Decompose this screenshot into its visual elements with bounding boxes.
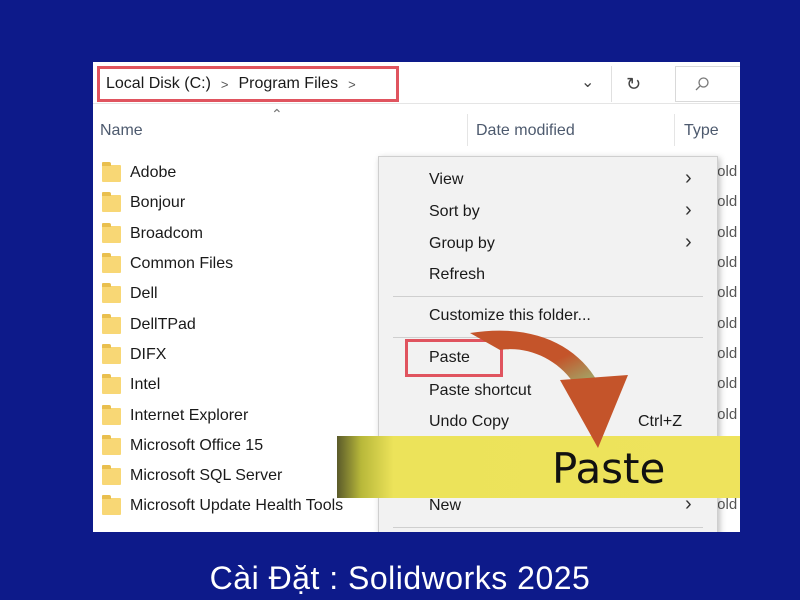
folder-icon xyxy=(102,404,121,425)
folder-icon xyxy=(102,222,121,243)
column-divider[interactable] xyxy=(467,114,468,146)
breadcrumb-local-disk[interactable]: Local Disk (C:) xyxy=(106,75,211,93)
menu-item-refresh[interactable]: Refresh xyxy=(429,266,485,284)
file-name: Microsoft SQL Server xyxy=(130,467,283,484)
file-name: Adobe xyxy=(130,164,177,181)
address-bar: Local Disk (C:) > Program Files > ⌄ ↻ xyxy=(93,62,740,104)
search-icon xyxy=(695,77,709,91)
file-name: Dell xyxy=(130,285,158,302)
menu-separator xyxy=(393,337,703,338)
list-item[interactable]: Broadcom xyxy=(102,219,203,249)
breadcrumb[interactable]: Local Disk (C:) > Program Files > xyxy=(97,66,399,102)
folder-icon xyxy=(102,252,121,273)
breadcrumb-program-files[interactable]: Program Files xyxy=(239,75,339,93)
file-name: Bonjour xyxy=(130,194,186,211)
folder-icon xyxy=(102,464,121,485)
chevron-down-icon[interactable]: ⌄ xyxy=(581,72,594,92)
file-name: Microsoft Office 15 xyxy=(130,437,264,454)
refresh-button[interactable]: ↻ xyxy=(611,66,655,102)
menu-item-new[interactable]: New xyxy=(429,497,461,515)
list-item[interactable]: Bonjour xyxy=(102,188,185,218)
folder-icon xyxy=(102,434,121,455)
list-item[interactable]: Adobe xyxy=(102,158,176,188)
list-item[interactable]: Microsoft Office 15 xyxy=(102,431,263,461)
file-name: Microsoft Update Health Tools xyxy=(130,497,344,514)
folder-icon xyxy=(102,161,121,182)
folder-icon xyxy=(102,282,121,303)
folder-icon xyxy=(102,373,121,394)
folder-icon xyxy=(102,191,121,212)
menu-item-paste-shortcut[interactable]: Paste shortcut xyxy=(429,382,531,400)
undo-shortcut-label: Ctrl+Z xyxy=(638,413,682,430)
list-item[interactable]: Dell xyxy=(102,279,158,309)
list-item[interactable]: Intel xyxy=(102,370,160,400)
chevron-right-icon: › xyxy=(685,199,692,221)
column-headers: ⌃ Name Date modified Type xyxy=(93,104,740,146)
list-item[interactable]: DIFX xyxy=(102,340,166,370)
breadcrumb-separator[interactable]: > xyxy=(348,77,356,92)
menu-item-paste[interactable]: Paste xyxy=(429,349,470,367)
list-item[interactable]: Internet Explorer xyxy=(102,401,248,431)
sort-ascending-icon: ⌃ xyxy=(271,106,283,122)
file-name: DIFX xyxy=(130,346,167,363)
list-item[interactable]: Microsoft SQL Server xyxy=(102,461,282,491)
file-name: Intel xyxy=(130,376,161,393)
caption-title: Cài Đặt : Solidworks 2025 xyxy=(209,560,591,596)
folder-icon xyxy=(102,494,121,515)
file-name: Broadcom xyxy=(130,225,203,242)
chevron-right-icon: › xyxy=(685,231,692,253)
menu-item-group-by[interactable]: Group by xyxy=(429,235,495,253)
column-type-header[interactable]: Type xyxy=(684,122,719,140)
menu-item-customize[interactable]: Customize this folder... xyxy=(429,307,591,325)
menu-separator xyxy=(393,527,703,528)
banner-title: Paste xyxy=(552,444,666,493)
search-input[interactable] xyxy=(675,66,740,102)
menu-separator xyxy=(393,296,703,297)
menu-item-view[interactable]: View xyxy=(429,171,463,189)
menu-item-undo-copy[interactable]: Undo Copy xyxy=(429,413,509,431)
list-item[interactable]: DellTPad xyxy=(102,310,196,340)
menu-item-sort-by[interactable]: Sort by xyxy=(429,203,480,221)
column-date-header[interactable]: Date modified xyxy=(476,122,575,140)
breadcrumb-separator: > xyxy=(220,76,229,92)
column-name-header[interactable]: Name xyxy=(100,122,143,140)
chevron-right-icon: › xyxy=(685,167,692,189)
file-name: Internet Explorer xyxy=(130,407,249,424)
list-item[interactable]: Common Files xyxy=(102,249,233,279)
folder-icon xyxy=(102,343,121,364)
list-item[interactable]: Microsoft Update Health Tools xyxy=(102,491,343,521)
file-name: Common Files xyxy=(130,255,234,272)
column-divider[interactable] xyxy=(674,114,675,146)
file-name: DellTPad xyxy=(130,316,196,333)
refresh-icon: ↻ xyxy=(625,73,642,94)
folder-icon xyxy=(102,313,121,334)
paste-banner xyxy=(337,436,740,498)
